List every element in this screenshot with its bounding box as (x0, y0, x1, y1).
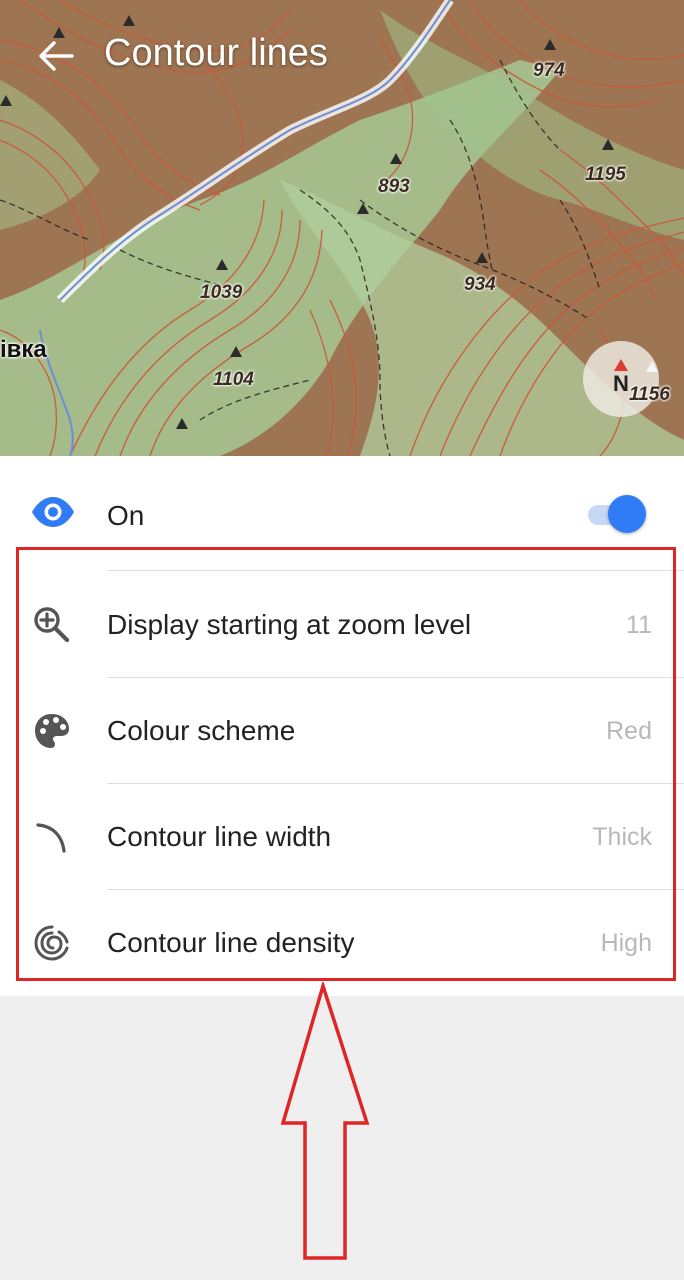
topo-map[interactable]: 974 893 1195 1039 934 1104 івка N 1156 C… (0, 0, 684, 456)
peak-elevation: 1195 (585, 164, 626, 185)
peak-marker (176, 418, 188, 429)
eye-icon (32, 497, 74, 527)
peak-elevation: 1156 (629, 384, 670, 405)
peak-marker (216, 259, 228, 270)
peak-marker (357, 203, 369, 214)
compass-north-icon (614, 359, 628, 371)
peak-marker (230, 346, 242, 357)
layer-toggle-switch[interactable] (586, 494, 648, 534)
peak-marker (646, 361, 658, 372)
peak-marker (390, 153, 402, 164)
peak-elevation: 934 (464, 274, 496, 295)
peak-elevation: 1104 (213, 369, 254, 390)
highlight-box (16, 547, 676, 981)
page-title: Contour lines (104, 32, 328, 74)
peak-marker (602, 139, 614, 150)
peak-marker (476, 252, 488, 263)
town-label: івка (0, 336, 47, 363)
layer-toggle-label: On (107, 500, 145, 531)
up-arrow-annotation (280, 982, 370, 1260)
top-app-bar: Contour lines (0, 0, 684, 110)
switch-knob (608, 495, 646, 533)
peak-elevation: 893 (378, 176, 410, 197)
back-arrow-icon[interactable] (36, 36, 76, 76)
peak-elevation: 1039 (200, 282, 243, 303)
